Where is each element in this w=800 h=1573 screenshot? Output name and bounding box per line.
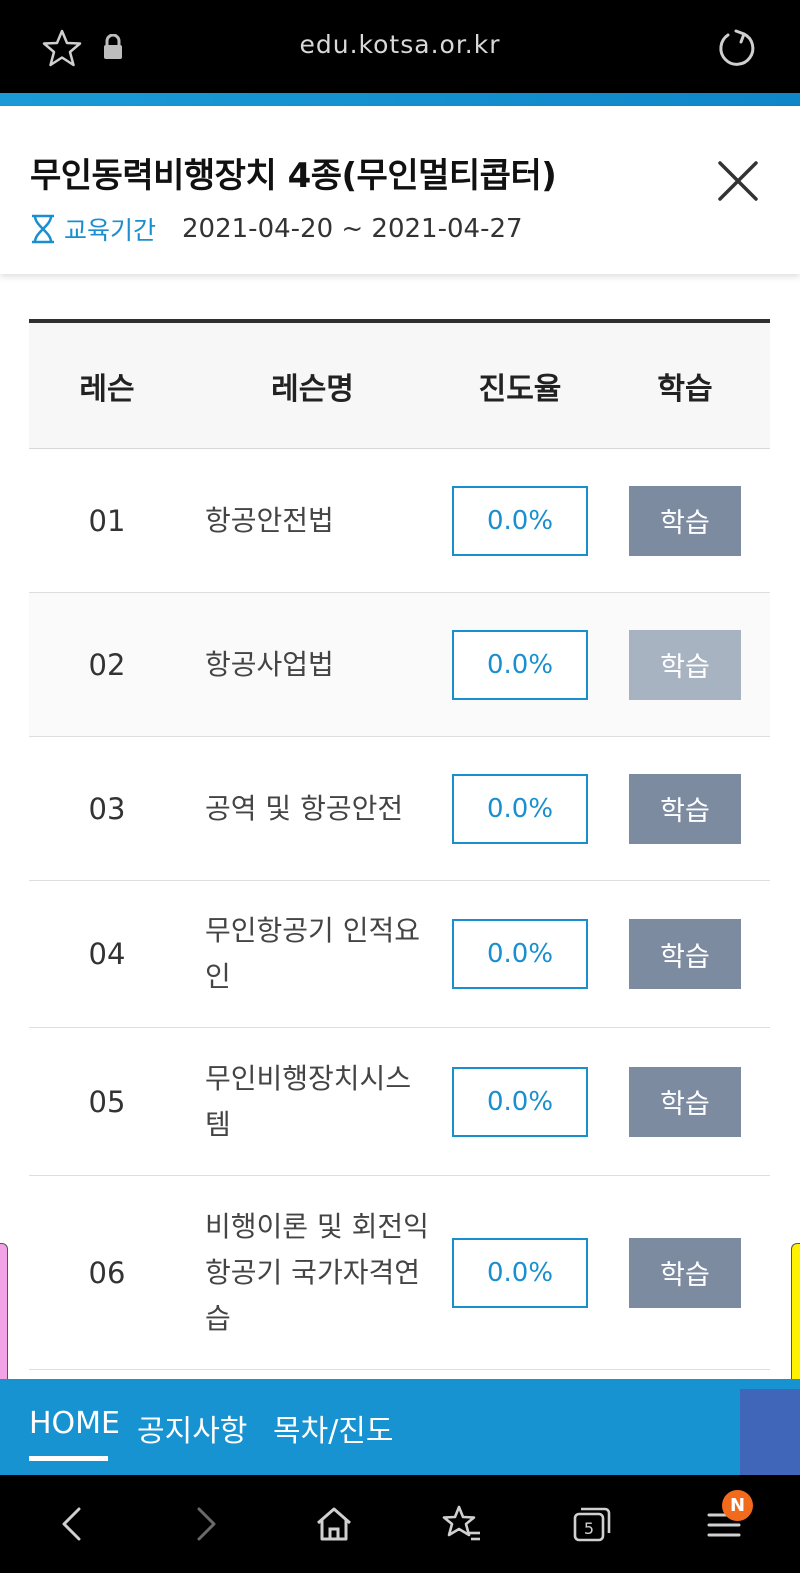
forward-icon[interactable]	[184, 1503, 226, 1545]
browser-top-bar: edu.kotsa.or.kr	[0, 0, 800, 93]
header-lesson-name: 레슨명	[271, 371, 354, 407]
study-button[interactable]: 학습	[629, 629, 741, 700]
nav-notice[interactable]: 공지사항	[137, 1406, 247, 1450]
lesson-number: 01	[88, 503, 126, 538]
study-button[interactable]: 학습	[629, 919, 741, 989]
study-button[interactable]: 학습	[629, 485, 741, 556]
lesson-name: 비행이론 및 회전익 항공기 국가자격연습	[205, 1209, 429, 1335]
period-value: 2021-04-20 ~ 2021-04-27	[182, 214, 523, 244]
progress-rate: 0.0%	[452, 629, 588, 700]
study-button[interactable]: 학습	[629, 1237, 741, 1308]
progress-rate: 0.0%	[452, 1237, 588, 1308]
header-progress: 진도율	[478, 371, 562, 407]
course-header: 무인동력비행장치 4종(무인멀티콥터) 교육기간 2021-04-20 ~ 20…	[0, 106, 800, 274]
lesson-table: 레슨 레슨명 진도율 학습 01 항공안전법 0.0% 학습 02 항공사업법 …	[29, 319, 770, 1370]
table-row: 01 항공안전법 0.0% 학습	[29, 449, 770, 593]
active-tab-indicator	[29, 1456, 108, 1461]
nav-home[interactable]: HOME	[29, 1406, 120, 1441]
table-row: 02 항공사업법 0.0% 학습	[29, 593, 770, 737]
nav-side-block	[740, 1389, 800, 1475]
header-study: 학습	[657, 371, 713, 407]
table-header: 레슨 레슨명 진도율 학습	[29, 319, 770, 449]
study-button[interactable]: 학습	[629, 773, 741, 844]
study-button[interactable]: 학습	[629, 1066, 741, 1137]
tabs-icon[interactable]: 5	[571, 1503, 613, 1545]
nav-toc-progress[interactable]: 목차/진도	[273, 1406, 394, 1450]
progress-rate: 0.0%	[452, 485, 588, 556]
address-bar-url[interactable]: edu.kotsa.or.kr	[0, 30, 800, 59]
lesson-number: 02	[88, 647, 126, 682]
progress-rate: 0.0%	[452, 773, 588, 844]
lesson-number: 04	[88, 937, 126, 971]
table-row: 03 공역 및 항공안전 0.0% 학습	[29, 737, 770, 881]
lesson-name: 무인항공기 인적요인	[205, 914, 420, 993]
lesson-number: 05	[88, 1084, 126, 1119]
progress-rate: 0.0%	[452, 1066, 588, 1137]
table-row: 06 비행이론 및 회전익 항공기 국가자격연습 0.0% 학습	[29, 1176, 770, 1370]
lesson-number: 06	[88, 1255, 126, 1290]
close-icon[interactable]	[716, 159, 760, 203]
lesson-name: 항공안전법	[205, 503, 334, 537]
hourglass-icon	[32, 214, 54, 244]
header-lesson: 레슨	[79, 371, 135, 407]
period-label: 교육기간	[64, 216, 157, 245]
browser-bottom-bar: 5	[0, 1475, 800, 1573]
reload-icon[interactable]	[716, 28, 756, 68]
tab-count: 5	[584, 1519, 594, 1538]
progress-rate: 0.0%	[452, 919, 588, 989]
site-bottom-nav: HOME 공지사항 목차/진도	[0, 1379, 800, 1475]
lesson-name: 항공사업법	[205, 647, 334, 681]
home-icon[interactable]	[313, 1503, 355, 1545]
accent-bar	[0, 93, 800, 106]
course-title: 무인동력비행장치 4종(무인멀티콥터)	[30, 156, 557, 196]
table-row: 05 무인비행장치시스템 0.0% 학습	[29, 1028, 770, 1176]
lesson-name: 공역 및 항공안전	[205, 791, 404, 825]
lesson-number: 03	[88, 791, 126, 826]
education-period: 교육기간 2021-04-20 ~ 2021-04-27	[30, 211, 523, 247]
bookmarks-icon[interactable]	[441, 1503, 483, 1545]
menu-notification-badge: N	[722, 1490, 753, 1521]
table-row: 04 무인항공기 인적요인 0.0% 학습	[29, 881, 770, 1028]
back-icon[interactable]	[52, 1503, 94, 1545]
lesson-name: 무인비행장치시스템	[205, 1061, 412, 1141]
